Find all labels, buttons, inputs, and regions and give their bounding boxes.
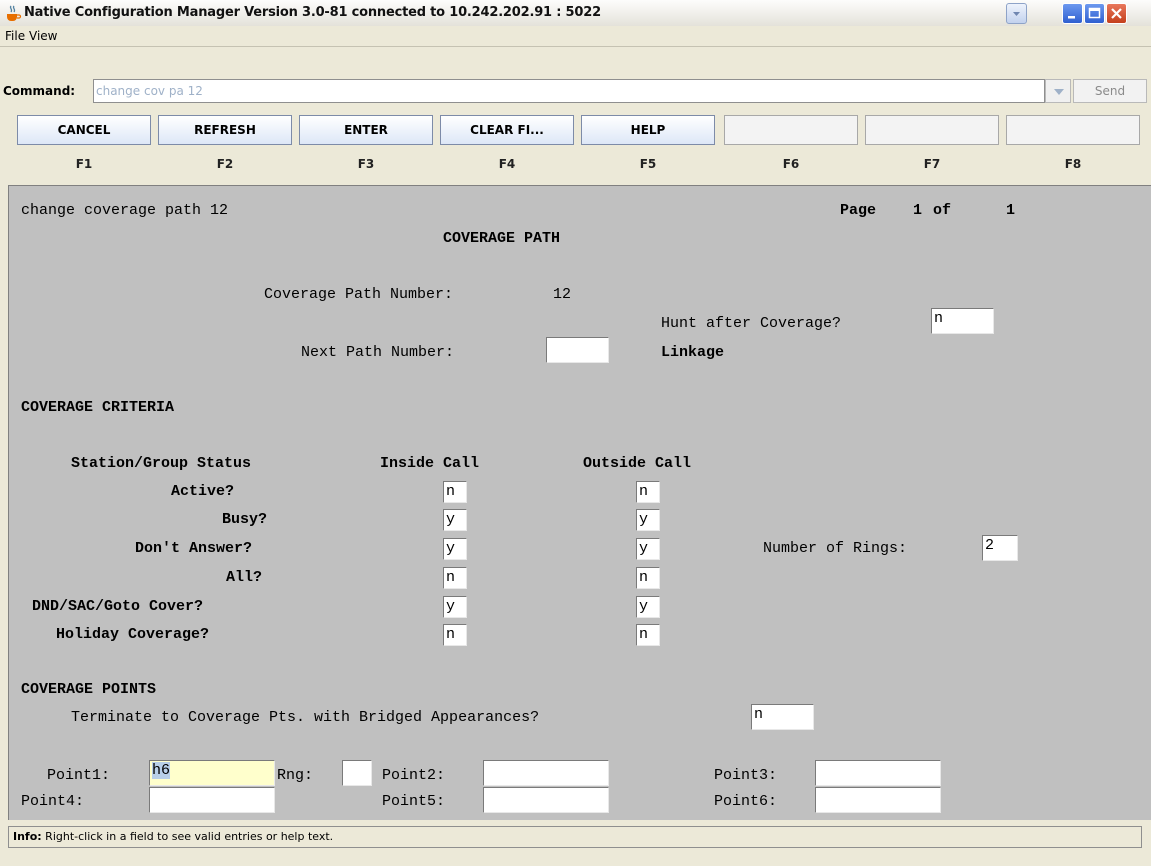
f5-label: F5 [639, 157, 657, 171]
active-outside-field[interactable]: n [636, 481, 660, 503]
hunt-after-coverage-label: Hunt after Coverage? [661, 315, 842, 332]
refresh-button[interactable]: REFRESH [158, 115, 292, 145]
dont-answer-inside-field[interactable]: y [443, 538, 467, 560]
busy-outside-field[interactable]: y [636, 509, 660, 531]
terminate-field[interactable]: n [751, 704, 814, 730]
busy-label: Busy? [222, 511, 268, 528]
coverage-criteria-heading: COVERAGE CRITERIA [21, 399, 175, 416]
coverage-path-number-value: 12 [553, 286, 572, 303]
close-button[interactable] [1106, 3, 1127, 24]
all-outside-field[interactable]: n [636, 567, 660, 589]
coverage-path-form: change coverage path 12 Page 1 of 1 COVE… [8, 185, 1151, 820]
clear-fields-button[interactable]: CLEAR FI... [440, 115, 574, 145]
number-of-rings-field[interactable]: 2 [982, 535, 1018, 561]
rng-label: Rng: [277, 767, 314, 784]
station-group-status-header: Station/Group Status [71, 455, 252, 472]
menu-file[interactable]: File [5, 29, 25, 43]
page-total: 1 [1006, 202, 1016, 219]
f8-label: F8 [1064, 157, 1082, 171]
outside-call-header: Outside Call [583, 455, 692, 472]
window-menu-button[interactable] [1006, 3, 1027, 24]
hunt-after-coverage-field[interactable]: n [931, 308, 994, 334]
point4-field[interactable] [149, 787, 275, 813]
holiday-inside-field[interactable]: n [443, 624, 467, 646]
menu-bar: File View [0, 26, 1151, 47]
point4-label: Point4: [21, 793, 85, 810]
page-number: 1 [913, 202, 923, 219]
chevron-down-icon [1013, 12, 1020, 16]
close-icon [1111, 8, 1122, 19]
info-label: Info: [13, 830, 42, 843]
f3-label: F3 [357, 157, 375, 171]
f6-button[interactable] [724, 115, 858, 145]
number-of-rings-label: Number of Rings: [763, 540, 908, 557]
inside-call-header: Inside Call [380, 455, 480, 472]
title-bar: Native Configuration Manager Version 3.0… [0, 0, 1151, 27]
point1-field[interactable]: h6 [149, 760, 275, 786]
point2-label: Point2: [382, 767, 446, 784]
rng-field[interactable] [342, 760, 372, 786]
active-inside-field[interactable]: n [443, 481, 467, 503]
enter-button[interactable]: ENTER [299, 115, 433, 145]
command-echo: change coverage path 12 [21, 202, 229, 219]
menu-view[interactable]: View [29, 29, 57, 43]
all-inside-field[interactable]: n [443, 567, 467, 589]
java-cup-icon [7, 5, 22, 21]
point5-field[interactable] [483, 787, 609, 813]
point6-label: Point6: [714, 793, 778, 810]
command-input[interactable]: change cov pa 12 [93, 79, 1045, 103]
coverage-path-number-label: Coverage Path Number: [264, 286, 454, 303]
f7-label: F7 [923, 157, 941, 171]
minimize-icon [1068, 16, 1075, 19]
dont-answer-outside-field[interactable]: y [636, 538, 660, 560]
point6-field[interactable] [815, 787, 941, 813]
terminate-label: Terminate to Coverage Pts. with Bridged … [71, 709, 540, 726]
info-bar: Info: Right-click in a field to see vali… [8, 826, 1142, 848]
holiday-coverage-label: Holiday Coverage? [56, 626, 210, 643]
coverage-points-heading: COVERAGE POINTS [21, 681, 157, 698]
point3-field[interactable] [815, 760, 941, 786]
send-button[interactable]: Send [1073, 79, 1147, 103]
command-history-dropdown[interactable] [1045, 79, 1071, 103]
help-button[interactable]: HELP [581, 115, 715, 145]
dnd-outside-field[interactable]: y [636, 596, 660, 618]
all-label: All? [226, 569, 263, 586]
next-path-number-field[interactable] [546, 337, 609, 363]
page-label: Page [840, 202, 877, 219]
point2-field[interactable] [483, 760, 609, 786]
minimize-button[interactable] [1062, 3, 1083, 24]
point5-label: Point5: [382, 793, 446, 810]
cancel-button[interactable]: CANCEL [17, 115, 151, 145]
f6-label: F6 [782, 157, 800, 171]
maximize-icon [1088, 7, 1101, 19]
command-label: Command: [3, 84, 76, 98]
f7-button[interactable] [865, 115, 999, 145]
page-of: of [933, 202, 952, 219]
busy-inside-field[interactable]: y [443, 509, 467, 531]
f4-label: F4 [498, 157, 516, 171]
linkage-label: Linkage [661, 344, 725, 361]
f2-label: F2 [216, 157, 234, 171]
active-label: Active? [171, 483, 235, 500]
dnd-sac-goto-label: DND/SAC/Goto Cover? [32, 598, 204, 615]
next-path-number-label: Next Path Number: [301, 344, 455, 361]
f1-label: F1 [75, 157, 93, 171]
point1-label: Point1: [47, 767, 111, 784]
window-title: Native Configuration Manager Version 3.0… [24, 5, 601, 20]
dnd-inside-field[interactable]: y [443, 596, 467, 618]
point3-label: Point3: [714, 767, 778, 784]
dont-answer-label: Don't Answer? [135, 540, 253, 557]
f8-button[interactable] [1006, 115, 1140, 145]
page-title: COVERAGE PATH [443, 230, 561, 247]
holiday-outside-field[interactable]: n [636, 624, 660, 646]
maximize-button[interactable] [1084, 3, 1105, 24]
point1-value: h6 [152, 762, 171, 779]
info-text: Right-click in a field to see valid entr… [45, 830, 334, 843]
